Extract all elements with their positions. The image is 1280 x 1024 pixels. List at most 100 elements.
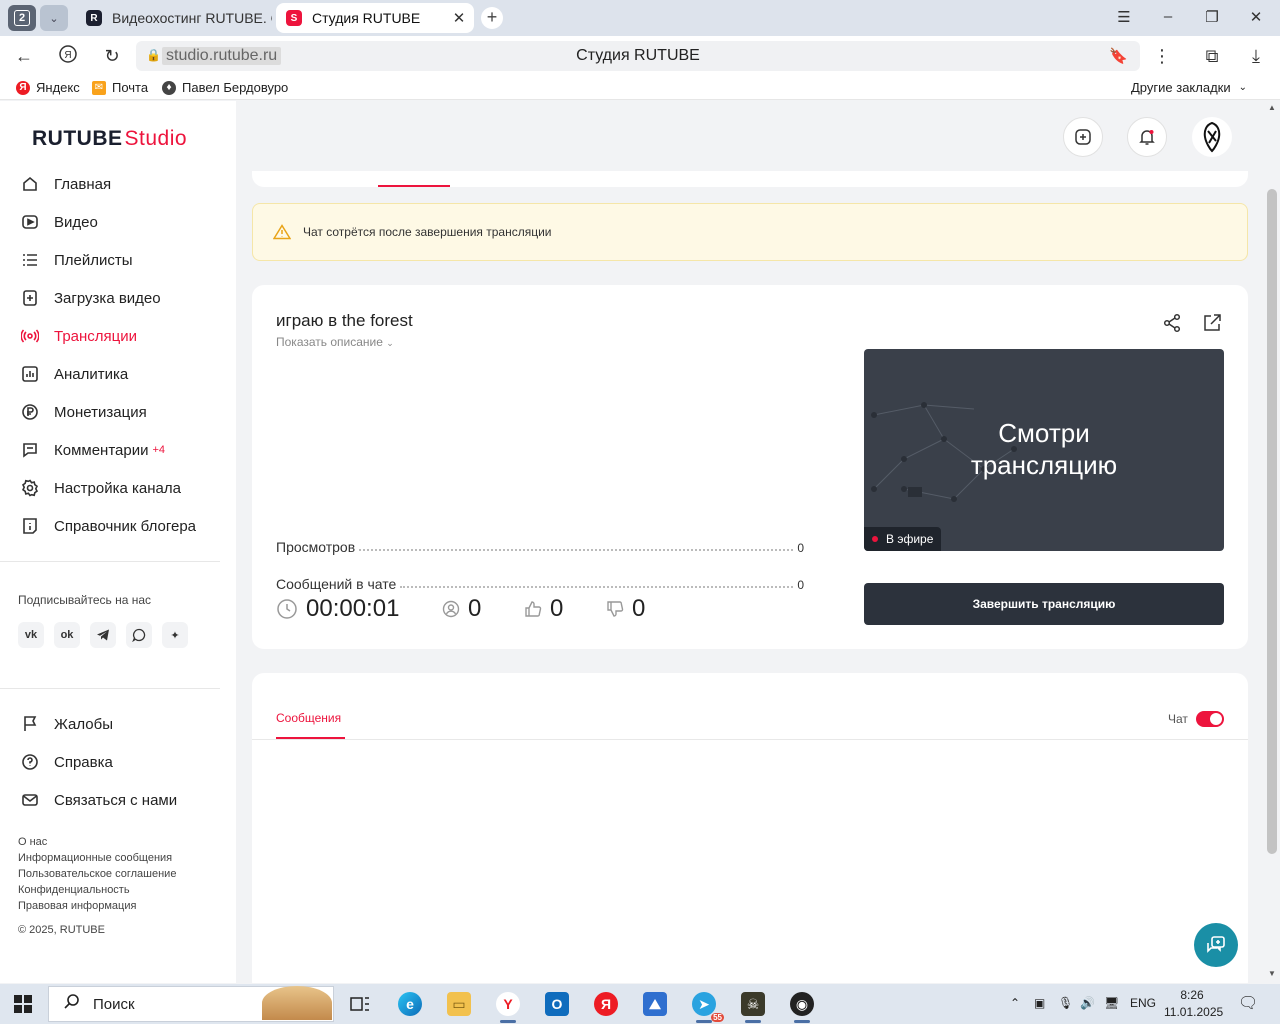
copyright: © 2025, RUTUBE: [18, 924, 105, 936]
browser-tab-studio[interactable]: S Студия RUTUBE ✕: [276, 3, 474, 33]
sidebar-item-upload[interactable]: Загрузка видео: [20, 284, 220, 312]
outlook-icon[interactable]: O: [539, 988, 575, 1020]
language-indicator[interactable]: ENG: [1130, 996, 1156, 1010]
tab-list-chevron-icon[interactable]: ⌄: [40, 5, 68, 31]
search-label: Поиск: [93, 995, 135, 1013]
sidebar-item-label: Трансляции: [54, 327, 138, 345]
stream-preview[interactable]: Смотри трансляцию В эфире: [864, 349, 1224, 551]
sidebar-item-monetization[interactable]: Монетизация: [20, 398, 220, 426]
footer-link-terms[interactable]: Пользовательское соглашение: [18, 868, 176, 880]
rutube-studio-logo[interactable]: RUTUBEStudio: [32, 127, 187, 151]
collections-icon[interactable]: ⧉: [1200, 44, 1224, 68]
viber-icon[interactable]: [126, 622, 152, 648]
system-clock[interactable]: 8:26 11.01.2025: [1164, 987, 1223, 1021]
file-explorer-icon[interactable]: ▭: [441, 988, 477, 1020]
sidebar-item-label: Загрузка видео: [54, 289, 161, 307]
yandex-icon[interactable]: Я: [588, 988, 624, 1020]
duration-metric: 00:00:01: [276, 595, 399, 623]
footer-link-info[interactable]: Информационные сообщения: [18, 852, 172, 864]
vk-icon[interactable]: vk: [18, 622, 44, 648]
notification-center-icon[interactable]: 🗨: [1238, 993, 1258, 1013]
downloads-icon[interactable]: ⤓: [1244, 44, 1268, 68]
tab-counter-button[interactable]: 2: [8, 5, 36, 31]
tab-title: Студия RUTUBE: [312, 10, 421, 26]
end-stream-button[interactable]: Завершить трансляцию: [864, 583, 1224, 625]
sidebar-item-label: Плейлисты: [54, 251, 133, 269]
close-tab-icon[interactable]: ✕: [448, 9, 470, 27]
sidebar-item-home[interactable]: Главная: [20, 170, 220, 198]
toggle-knob: [1210, 713, 1222, 725]
footer-link-legal[interactable]: Правовая информация: [18, 900, 136, 912]
comment-icon: [20, 440, 40, 460]
back-icon[interactable]: ←: [12, 44, 36, 68]
yandex-icon[interactable]: Я: [56, 44, 80, 68]
other-bookmarks[interactable]: Другие закладки ⌄: [1131, 80, 1247, 95]
volume-icon[interactable]: 🔊: [1080, 996, 1095, 1010]
support-chat-button[interactable]: [1194, 923, 1238, 967]
windows-start-icon[interactable]: [14, 995, 32, 1018]
url-field[interactable]: 🔒 studio.rutube.ru Студия RUTUBE 🔖: [136, 41, 1140, 71]
sidebar-item-channel-settings[interactable]: Настройка канала: [20, 474, 220, 502]
tray-chevron-up-icon[interactable]: ⌃: [1010, 996, 1020, 1010]
dzen-icon[interactable]: ✦: [162, 622, 188, 648]
open-external-icon[interactable]: [1202, 313, 1222, 338]
footer-link-about[interactable]: О нас: [18, 836, 47, 848]
gear-icon: [20, 478, 40, 498]
edge-icon[interactable]: e: [392, 988, 428, 1020]
bookmark-pavel[interactable]: ♦ Павел Бердовуро: [162, 80, 288, 95]
app-icon[interactable]: ⛰: [637, 988, 673, 1020]
scrollbar-thumb[interactable]: [1267, 189, 1277, 854]
sidebar-item-label: Монетизация: [54, 403, 147, 421]
studio-favicon-icon: S: [286, 10, 302, 26]
game-icon[interactable]: ☠: [735, 988, 771, 1023]
bookmark-mail[interactable]: ✉ Почта: [92, 80, 148, 95]
close-window-icon[interactable]: ✕: [1246, 8, 1266, 26]
ok-icon[interactable]: ok: [54, 622, 80, 648]
browser-tab-rutube[interactable]: R Видеохостинг RUTUBE. С: [76, 3, 272, 33]
browser-tab-bar: 2 ⌄ R Видеохостинг RUTUBE. С S Студия RU…: [0, 0, 1280, 36]
mail-icon: ✉: [92, 80, 106, 95]
yandex-icon: Я: [16, 80, 30, 95]
sidebar-item-comments[interactable]: Комментарии +4: [20, 436, 220, 464]
notifications-button[interactable]: [1127, 117, 1167, 157]
page-scrollbar[interactable]: ▲ ▼: [1264, 101, 1280, 983]
sidebar-item-label: Аналитика: [54, 365, 129, 383]
create-button[interactable]: [1063, 117, 1103, 157]
sidebar-item-playlists[interactable]: Плейлисты: [20, 246, 220, 274]
minimize-icon[interactable]: –: [1158, 8, 1178, 25]
new-tab-button[interactable]: +: [481, 7, 503, 29]
obs-icon[interactable]: ◉: [784, 988, 820, 1023]
chat-toggle[interactable]: [1196, 711, 1224, 727]
views-value: 0: [797, 541, 804, 555]
task-view-icon[interactable]: [342, 988, 378, 1020]
sidebar-item-blogger-guide[interactable]: Справочник блогера: [20, 512, 220, 540]
camera-icon[interactable]: ▣: [1034, 996, 1045, 1010]
chat-warning-banner: Чат сотрётся после завершения трансляции: [252, 203, 1248, 261]
sidebar-item-analytics[interactable]: Аналитика: [20, 360, 220, 388]
sidebar-item-contact[interactable]: Связаться с нами: [20, 786, 220, 814]
browser-menu-icon[interactable]: ☰: [1114, 8, 1134, 26]
scroll-up-icon[interactable]: ▲: [1268, 103, 1276, 112]
bookmark-yandex[interactable]: Я Яндекс: [16, 80, 80, 95]
share-icon[interactable]: [1162, 313, 1182, 338]
address-bar: ← Я ↻ 🔒 studio.rutube.ru Студия RUTUBE 🔖…: [0, 36, 1280, 76]
telegram-icon[interactable]: [90, 622, 116, 648]
sidebar-item-broadcasts[interactable]: Трансляции: [20, 322, 220, 350]
avatar[interactable]: [1192, 117, 1232, 157]
more-options-icon[interactable]: ⋮: [1150, 44, 1174, 68]
sidebar-item-complaints[interactable]: Жалобы: [20, 710, 220, 738]
reload-icon[interactable]: ↻: [100, 44, 124, 68]
restore-icon[interactable]: ❐: [1202, 8, 1222, 26]
tab-messages[interactable]: Сообщения: [276, 711, 341, 725]
yandex-browser-icon[interactable]: Y: [490, 988, 526, 1023]
live-badge: В эфире: [864, 527, 942, 551]
scroll-down-icon[interactable]: ▼: [1268, 969, 1276, 978]
network-icon[interactable]: 🖥: [1104, 996, 1119, 1010]
bookmark-icon[interactable]: 🔖: [1109, 47, 1128, 65]
show-description-toggle[interactable]: Показать описание ⌄: [276, 335, 394, 349]
footer-link-privacy[interactable]: Конфиденциальность: [18, 884, 130, 896]
telegram-icon[interactable]: ➤ 55: [686, 988, 724, 1023]
sidebar-item-video[interactable]: Видео: [20, 208, 220, 236]
microphone-icon[interactable]: 🎙: [1058, 996, 1073, 1010]
sidebar-item-help[interactable]: Справка: [20, 748, 220, 776]
